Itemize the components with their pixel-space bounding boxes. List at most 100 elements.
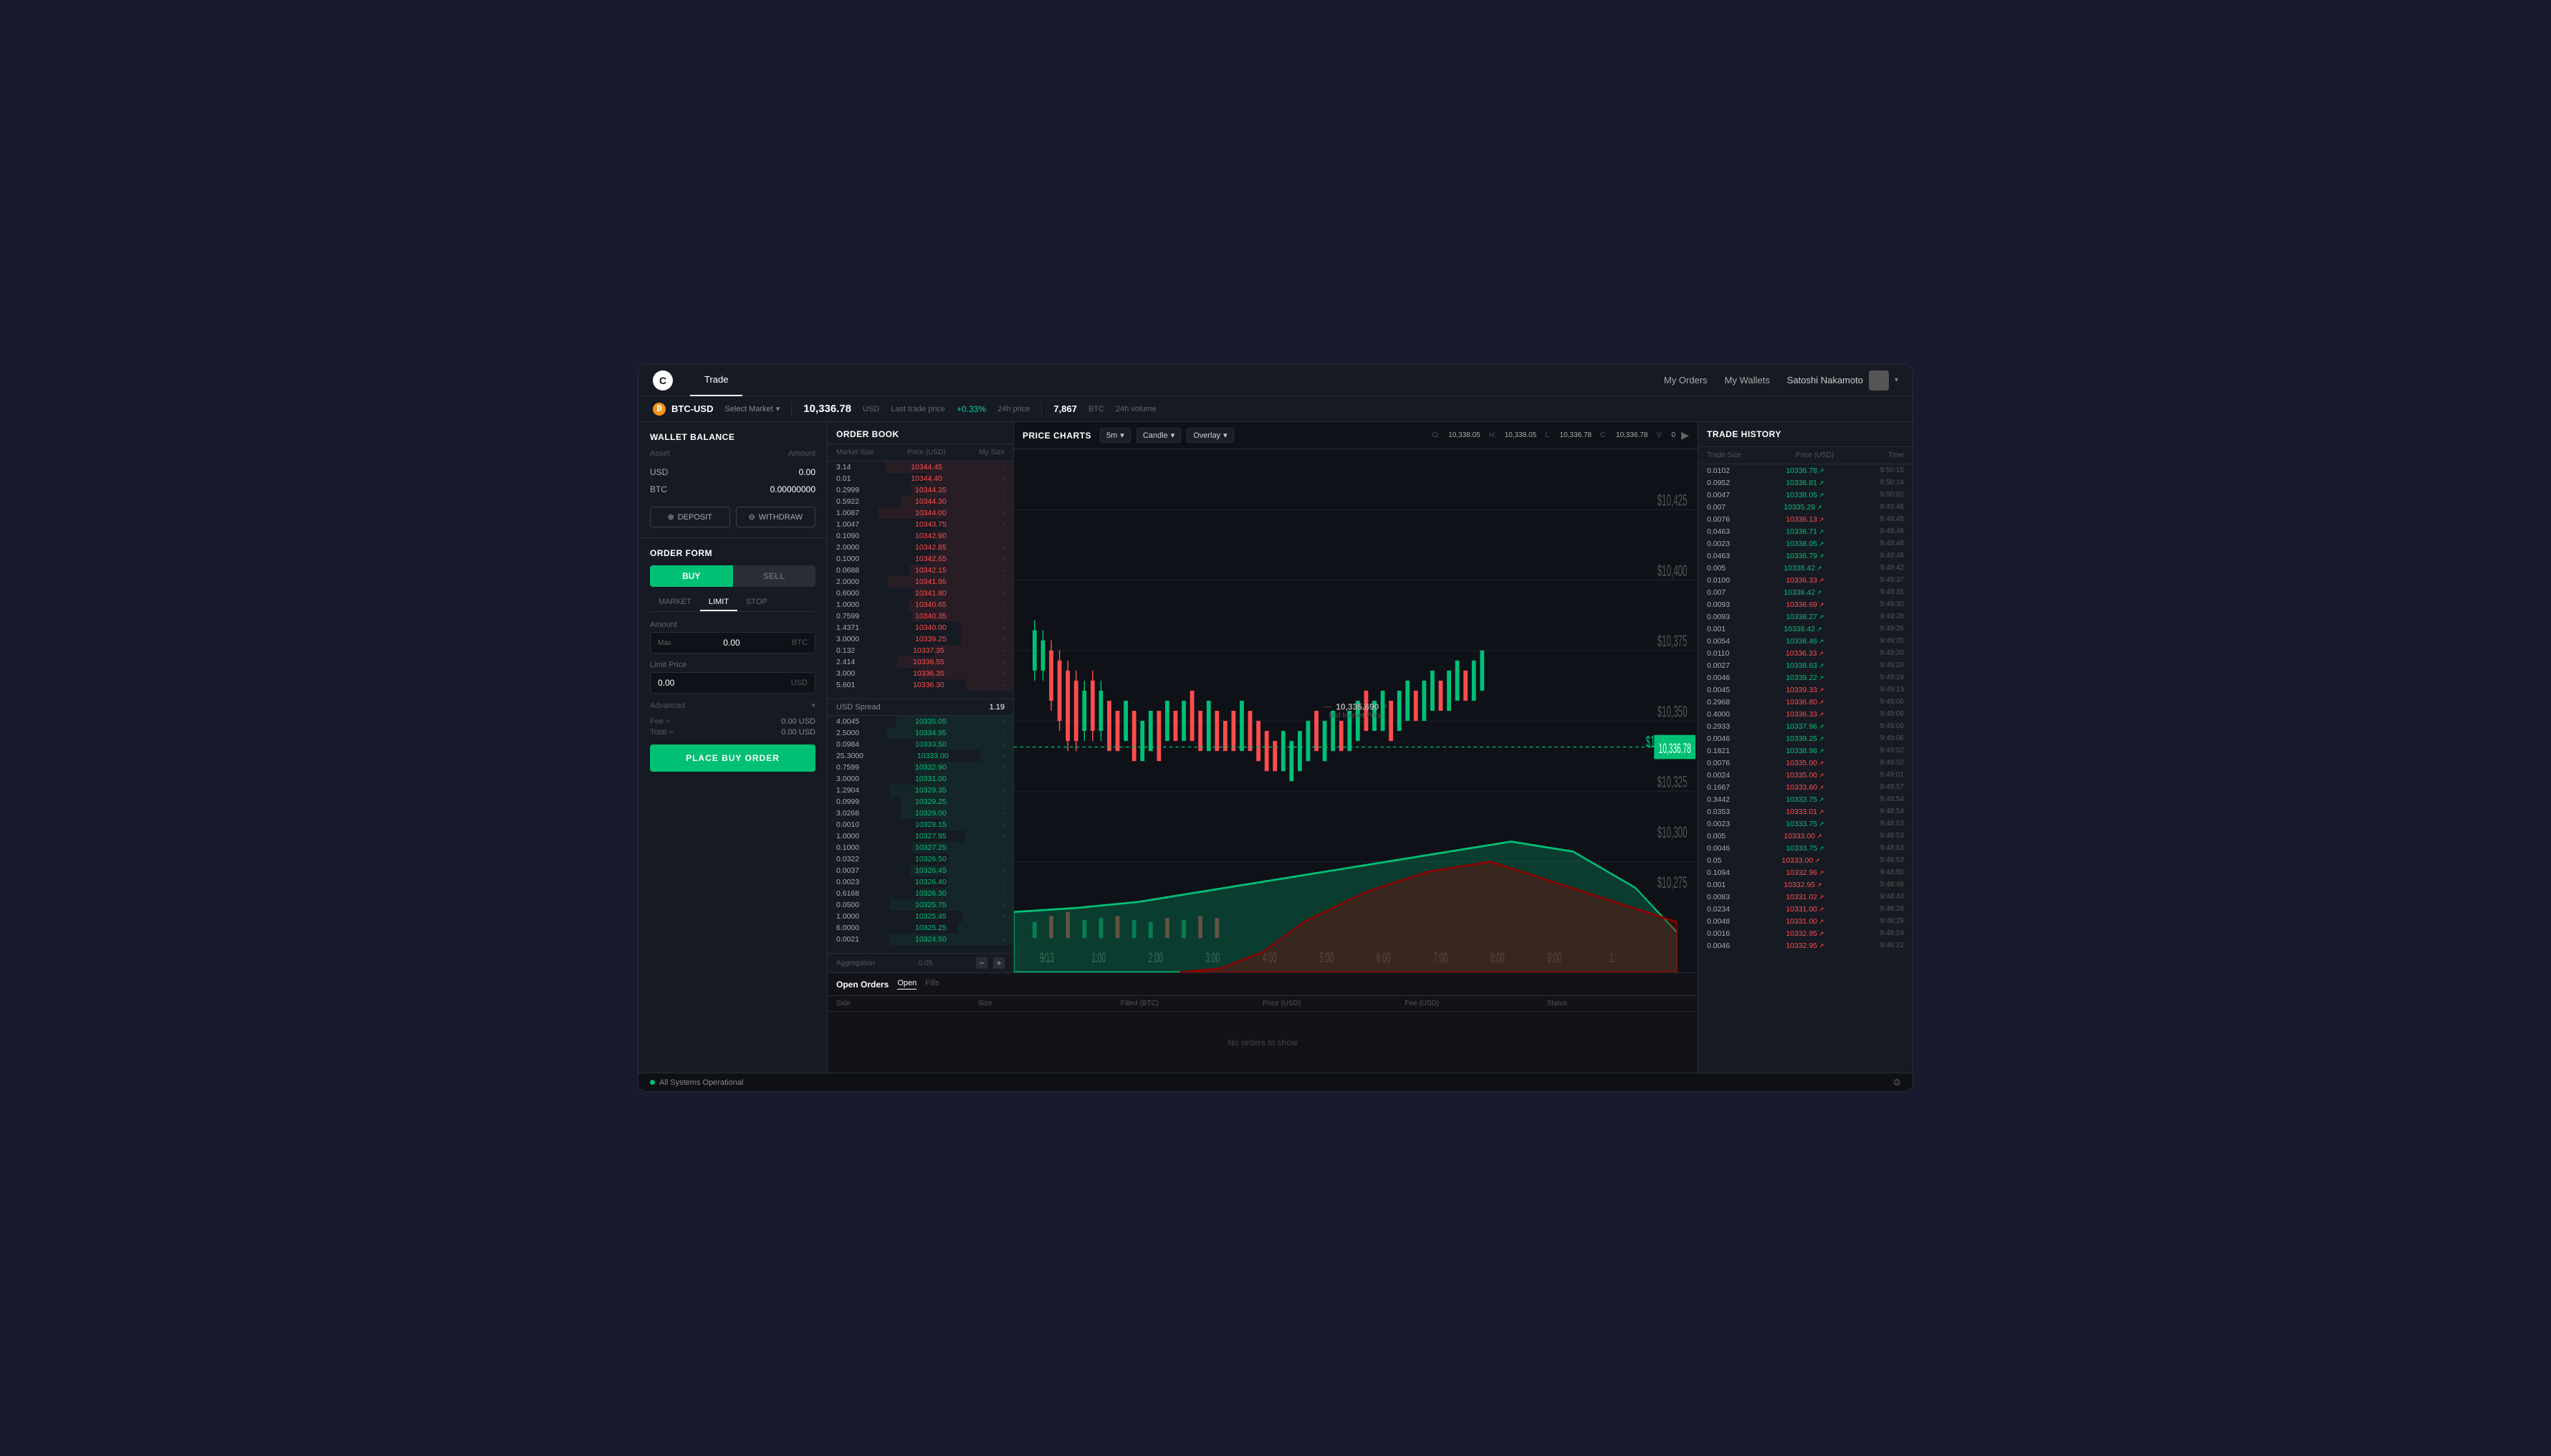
buy-order-row[interactable]: 3.0000 10331.00 -	[828, 773, 1013, 785]
sell-order-row[interactable]: 1.0000 10340.65 -	[828, 599, 1013, 610]
buy-order-row[interactable]: 25.3000 10333.00 -	[828, 750, 1013, 762]
sell-order-row[interactable]: 0.01 10344.40 -	[828, 473, 1013, 484]
buy-order-row[interactable]: 0.6168 10326.30 -	[828, 888, 1013, 899]
trade-history-row: 0.0110 10336.33↗ 9:49:20	[1698, 647, 1913, 659]
sell-order-row[interactable]: 0.0688 10342.15 -	[828, 565, 1013, 576]
buy-order-row[interactable]: 0.7599 10332.90 -	[828, 762, 1013, 773]
order-price: 10339.25	[915, 635, 947, 643]
buy-order-row[interactable]: 4.0045 10335.05 -	[828, 716, 1013, 727]
total-label: Total ≈	[650, 728, 673, 737]
buy-order-row[interactable]: 2.5000 10334.95 -	[828, 727, 1013, 739]
sell-order-row[interactable]: 1.4371 10340.00 -	[828, 622, 1013, 633]
sell-order-row[interactable]: 0.132 10337.35 -	[828, 645, 1013, 656]
sell-order-row[interactable]: 3.000 10336.35 -	[828, 668, 1013, 679]
order-price: 10335.05	[915, 717, 947, 726]
buy-order-row[interactable]: 0.1000 10327.25 -	[828, 842, 1013, 853]
order-price: 10327.25	[915, 843, 947, 852]
max-link[interactable]: Max	[658, 639, 671, 647]
order-my-size: -	[1002, 901, 1005, 909]
trade-price: 10336.33↗	[1786, 710, 1824, 719]
sell-order-row[interactable]: 2.0000 10342.85 -	[828, 542, 1013, 553]
order-my-size: -	[1002, 544, 1005, 552]
sell-order-row[interactable]: 2.414 10336.55 -	[828, 656, 1013, 668]
deposit-button[interactable]: ⊕ DEPOSIT	[650, 507, 730, 527]
settings-icon[interactable]: ⚙	[1892, 1077, 1901, 1088]
order-size: 1.0000	[836, 832, 859, 840]
sell-order-row[interactable]: 2.0000 10341.95 -	[828, 576, 1013, 588]
trade-price: 10339.33↗	[1786, 686, 1824, 694]
center-panel: Order Book Market Size Price (USD) My Si…	[828, 422, 1698, 1073]
order-my-size: -	[1002, 924, 1005, 932]
sell-order-row[interactable]: 0.6000 10341.80 -	[828, 588, 1013, 599]
advanced-toggle[interactable]: Advanced ▾	[650, 701, 815, 710]
chart-type-dropdown[interactable]: Candle ▾	[1136, 428, 1181, 443]
buy-order-row[interactable]: 6.0000 10325.25 -	[828, 922, 1013, 934]
buy-order-row[interactable]: 0.0021 10324.50 -	[828, 934, 1013, 945]
buy-order-row[interactable]: 0.0999 10329.25 -	[828, 796, 1013, 808]
trade-price: 10338.46↗	[1786, 637, 1824, 646]
trade-price: 10332.96↗	[1786, 868, 1824, 877]
buy-order-row[interactable]: 1.2904 10329.35 -	[828, 785, 1013, 796]
buy-order-row[interactable]: 0.0010 10328.15 -	[828, 819, 1013, 830]
buy-order-row[interactable]: 1.0000 10325.45 -	[828, 911, 1013, 922]
o-label: O:	[1432, 431, 1440, 439]
sell-order-row[interactable]: 3.14 10344.45 -	[828, 461, 1013, 473]
chart-expand-button[interactable]: ▶	[1681, 429, 1689, 441]
buy-order-row[interactable]: 0.0500 10325.75 -	[828, 899, 1013, 911]
user-menu[interactable]: Satoshi Nakamoto ▾	[1787, 370, 1898, 391]
sell-order-row[interactable]: 0.1000 10342.65 -	[828, 553, 1013, 565]
market-order-tab[interactable]: MARKET	[650, 594, 700, 611]
timeframe-dropdown[interactable]: 5m ▾	[1100, 428, 1131, 443]
system-status: All Systems Operational	[650, 1078, 743, 1087]
buy-order-row[interactable]: 0.0322 10326.50 -	[828, 853, 1013, 865]
my-wallets-link[interactable]: My Wallets	[1725, 375, 1770, 385]
sell-order-row[interactable]: 0.5922 10344.30 -	[828, 496, 1013, 507]
sell-orders-list: 3.14 10344.45 - 0.01 10344.40 - 0.2999 1…	[828, 461, 1013, 699]
fills-tab[interactable]: Fills	[925, 979, 939, 990]
aggregation-increase-button[interactable]: +	[993, 957, 1005, 969]
minus-icon: ⊖	[748, 512, 755, 522]
buy-order-row[interactable]: 0.0023 10326.40 -	[828, 876, 1013, 888]
trade-history-rows: 0.0102 10336.78↗ 9:50:15 0.0952 10336.81…	[1698, 464, 1913, 1073]
open-tab[interactable]: Open	[897, 979, 916, 990]
buy-order-row[interactable]: 0.0984 10333.50 -	[828, 739, 1013, 750]
svg-text:10,336.78: 10,336.78	[1659, 742, 1691, 757]
buy-order-row[interactable]: 1.0000 10327.95 -	[828, 830, 1013, 842]
sell-order-row[interactable]: 0.2999 10344.35 -	[828, 484, 1013, 496]
buy-order-row[interactable]: 0.0037 10326.45 -	[828, 865, 1013, 876]
order-price: 10336.35	[913, 669, 944, 678]
sell-order-row[interactable]: 0.1090 10342.90 -	[828, 530, 1013, 542]
sell-tab[interactable]: SELL	[733, 565, 816, 587]
order-form-section: Order Form BUY SELL MARKET LIMIT STOP Am…	[638, 538, 827, 1073]
nav-tab-trade[interactable]: Trade	[690, 365, 742, 396]
advanced-label: Advanced	[650, 701, 685, 710]
chart-area[interactable]: $10,425 $10,400 $10,375 $10,350 $10,336.…	[1014, 449, 1698, 972]
select-market-dropdown[interactable]: Select Market ▾	[725, 404, 780, 413]
overlay-dropdown[interactable]: Overlay ▾	[1187, 428, 1233, 443]
trade-size: 0.0016	[1707, 929, 1730, 938]
amount-input-display[interactable]: Max 0.00 BTC	[650, 632, 815, 653]
sell-order-row[interactable]: 1.0087 10344.00 -	[828, 507, 1013, 519]
sell-order-row[interactable]: 0.7599 10340.35 -	[828, 610, 1013, 622]
buy-tab[interactable]: BUY	[650, 565, 733, 587]
order-size: 1.0087	[836, 509, 859, 517]
my-orders-link[interactable]: My Orders	[1664, 375, 1708, 385]
usd-amount: 0.00	[799, 467, 815, 477]
sell-order-row[interactable]: 1.0047 10343.75 -	[828, 519, 1013, 530]
aggregation-decrease-button[interactable]: −	[976, 957, 987, 969]
trade-time: 9:49:28	[1880, 613, 1904, 621]
buy-order-row[interactable]: 3.0268 10329.00 -	[828, 808, 1013, 819]
trade-history-row: 0.4000 10336.33↗ 9:49:06	[1698, 708, 1913, 720]
place-order-button[interactable]: PLACE BUY ORDER	[650, 744, 815, 772]
limit-order-tab[interactable]: LIMIT	[700, 594, 737, 611]
order-my-size: -	[1002, 555, 1005, 563]
limit-price-input-display[interactable]: 0.00 USD	[650, 672, 815, 694]
withdraw-button[interactable]: ⊖ WITHDRAW	[736, 507, 816, 527]
trade-time: 9:48:28	[1880, 905, 1904, 913]
sell-order-row[interactable]: 3.0000 10339.25 -	[828, 633, 1013, 645]
stop-order-tab[interactable]: STOP	[737, 594, 776, 611]
open-orders-col-headers: Side Size Filled (BTC) Price (USD) Fee (…	[828, 996, 1698, 1012]
order-price: 10342.85	[915, 543, 947, 552]
sell-order-row[interactable]: 5.601 10336.30 -	[828, 679, 1013, 691]
trade-time: 9:49:48	[1880, 540, 1904, 547]
